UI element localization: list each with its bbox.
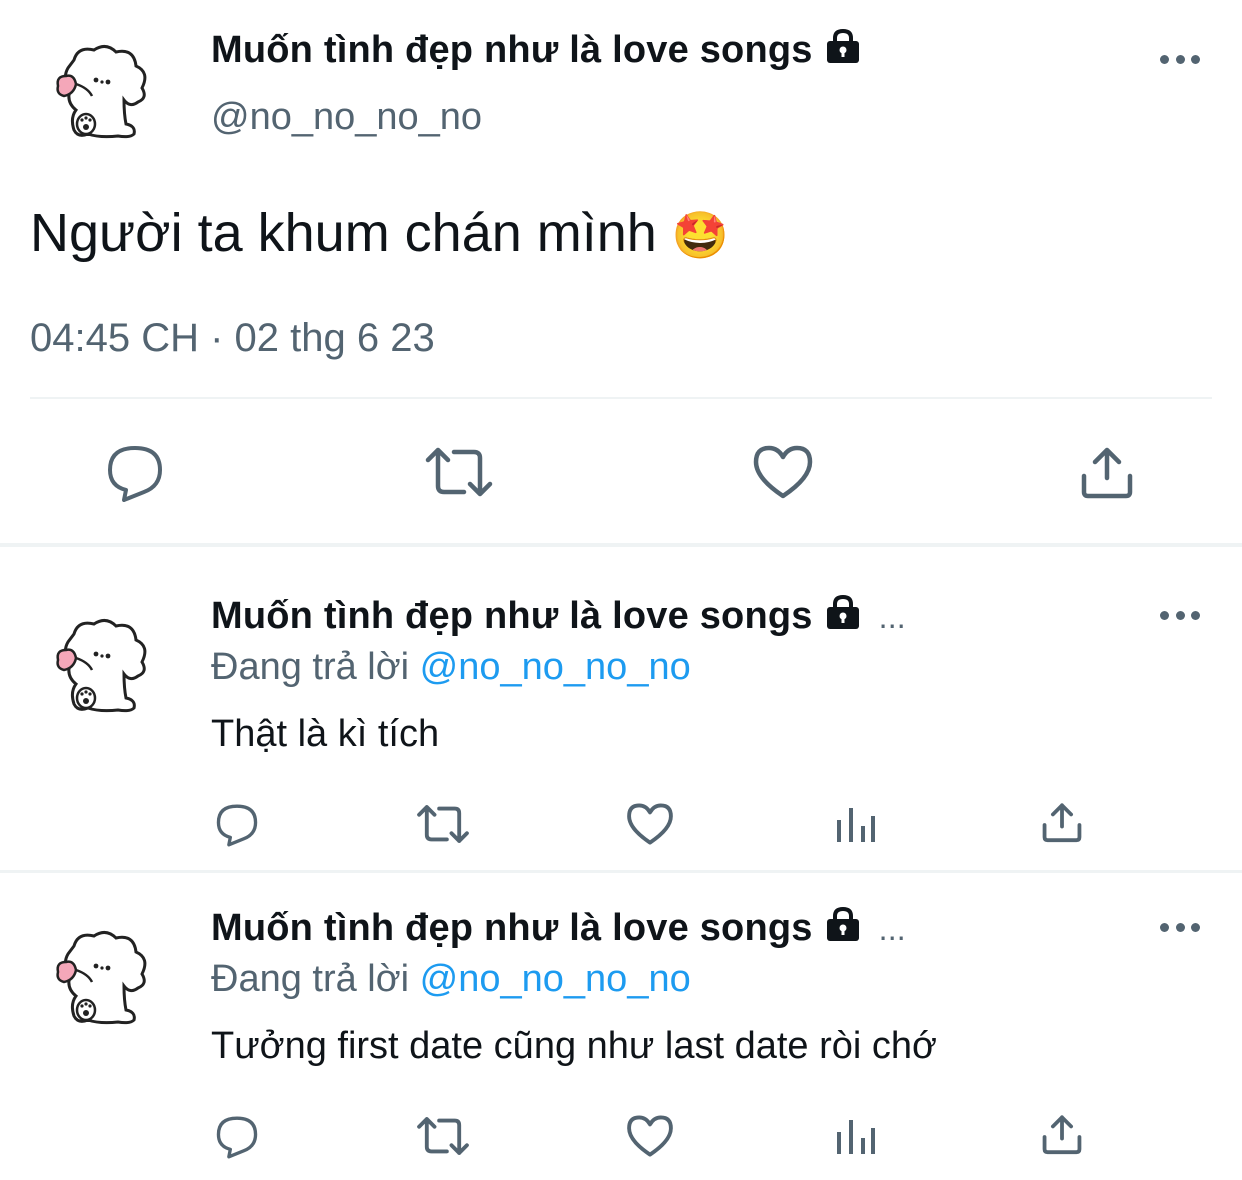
tweet-timestamp[interactable]: 04:45 CH · 02 thg 6 23	[30, 316, 435, 361]
lock-icon	[823, 28, 863, 74]
author-name[interactable]: Muốn tình đẹp như là love songs	[211, 595, 813, 637]
share-icon[interactable]	[1040, 1112, 1084, 1156]
avatar[interactable]	[44, 38, 154, 148]
author-name[interactable]: Muốn tình đẹp như là love songs	[211, 29, 813, 71]
replying-handle-link[interactable]: @no_no_no_no	[420, 958, 691, 1000]
views-icon[interactable]	[835, 1118, 877, 1156]
section-divider	[0, 543, 1242, 547]
reply-icon[interactable]	[214, 1113, 260, 1159]
avatar[interactable]	[44, 924, 154, 1034]
replying-prefix: Đang trả lời	[211, 958, 410, 1000]
avatar-puppy-icon	[56, 931, 147, 1025]
share-icon[interactable]	[1040, 800, 1084, 844]
retweet-icon[interactable]	[424, 444, 494, 500]
tweet-text-row: Người ta khum chán mình 🤩	[30, 202, 729, 264]
retweet-icon[interactable]	[416, 1114, 470, 1158]
more-icon[interactable]	[1160, 609, 1200, 621]
like-icon[interactable]	[752, 444, 814, 500]
replying-to: Đang trả lời @no_no_no_no	[211, 958, 691, 1001]
author-name-row[interactable]: Muốn tình đẹp như là love songs...	[211, 594, 906, 640]
replying-prefix: Đang trả lời	[211, 646, 410, 688]
name-truncation: ...	[878, 599, 906, 635]
reply-icon[interactable]	[104, 442, 166, 502]
lock-icon	[823, 594, 863, 640]
lock-icon	[823, 906, 863, 952]
more-icon[interactable]	[1160, 921, 1200, 933]
like-icon[interactable]	[626, 802, 674, 846]
star-struck-emoji: 🤩	[671, 209, 730, 261]
retweet-icon[interactable]	[416, 802, 470, 846]
section-divider	[0, 870, 1242, 873]
author-name-row[interactable]: Muốn tình đẹp như là love songs...	[211, 906, 906, 952]
like-icon[interactable]	[626, 1114, 674, 1158]
reply-icon[interactable]	[214, 801, 260, 847]
avatar-puppy-icon	[56, 45, 147, 139]
tweet-text: Người ta khum chán mình	[30, 203, 657, 263]
divider	[30, 397, 1212, 399]
name-truncation: ...	[878, 911, 906, 947]
more-icon[interactable]	[1160, 53, 1200, 65]
replying-to: Đang trả lời @no_no_no_no	[211, 646, 691, 689]
author-name-row[interactable]: Muốn tình đẹp như là love songs	[211, 28, 863, 74]
reply-text: Tưởng first date cũng như last date ròi …	[211, 1025, 937, 1067]
share-icon[interactable]	[1078, 444, 1136, 500]
replying-handle-link[interactable]: @no_no_no_no	[420, 646, 691, 688]
views-icon[interactable]	[835, 806, 877, 844]
author-handle[interactable]: @no_no_no_no	[211, 96, 482, 139]
reply-text: Thật là kì tích	[211, 713, 440, 755]
avatar[interactable]	[44, 612, 154, 722]
avatar-puppy-icon	[56, 619, 147, 713]
author-name[interactable]: Muốn tình đẹp như là love songs	[211, 907, 813, 949]
